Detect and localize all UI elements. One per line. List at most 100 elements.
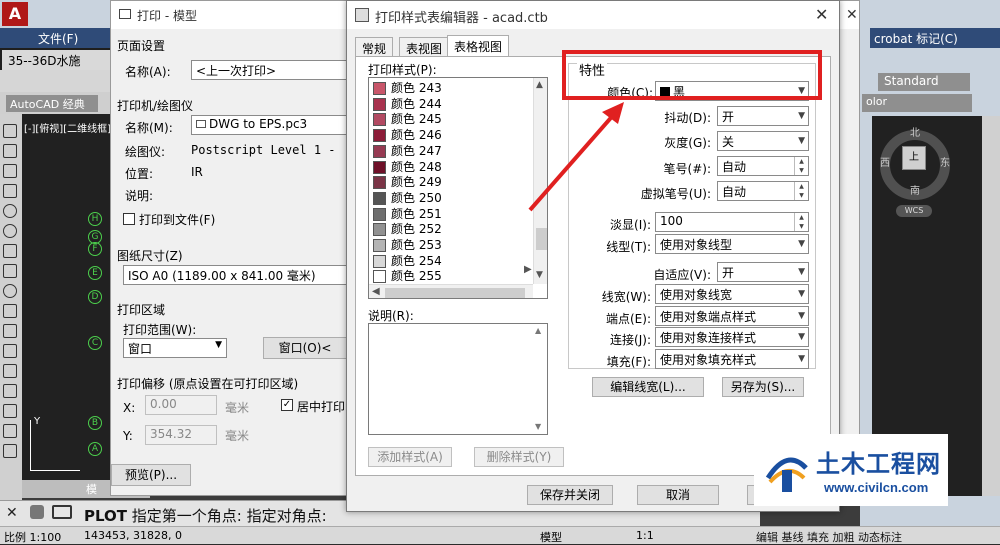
polyline-tool-icon[interactable] [3, 144, 17, 158]
center-plot-checkbox[interactable]: ✓ [281, 399, 293, 411]
status-model[interactable]: 模型 [540, 529, 562, 545]
offset-y-input[interactable]: 354.32 [145, 425, 217, 445]
add-style-button[interactable]: 添加样式(A) [368, 447, 452, 467]
plot-style-item[interactable]: 颜色 247 [371, 143, 531, 160]
spin-arrows-icon[interactable]: ▲ ▼ [794, 157, 808, 175]
styles-horizontal-scrollbar[interactable]: ◀ [369, 284, 533, 298]
virtual-pen-spinner[interactable]: 自动 ▲ ▼ [717, 181, 809, 201]
color-combo[interactable]: olor [862, 94, 972, 112]
plot-style-item[interactable]: 颜色 243 [371, 80, 531, 97]
spline-tool-icon[interactable] [3, 264, 17, 278]
cloud-tool-icon[interactable] [3, 244, 17, 258]
plot-style-item[interactable]: 颜色 248 [371, 159, 531, 176]
arc-tool-icon[interactable] [3, 204, 17, 218]
spin-arrows-icon[interactable]: ▲ ▼ [794, 182, 808, 200]
autocad-logo-icon[interactable]: A [2, 2, 28, 26]
preview-button[interactable]: 预览(P)... [111, 464, 191, 486]
point-tool-icon[interactable] [3, 344, 17, 358]
status-annotation-scale[interactable]: 1:1 [636, 529, 654, 542]
circle-tool-icon[interactable] [3, 224, 17, 238]
save-and-close-button[interactable]: 保存并关闭 [527, 485, 613, 505]
menu-acrobat-markup[interactable]: crobat 标记(C) [870, 28, 1000, 48]
plot-style-item[interactable]: 颜色 252 [371, 221, 531, 238]
description-textarea[interactable]: ▲ ▼ [368, 323, 548, 435]
pen-number-spinner[interactable]: 自动 ▲ ▼ [717, 156, 809, 176]
screening-spinner[interactable]: 100 ▲ ▼ [655, 212, 809, 232]
offset-x-input[interactable]: 0.00 [145, 395, 217, 415]
viewcube-west[interactable]: 西 [880, 154, 890, 169]
plot-style-item[interactable]: 颜色 251 [371, 206, 531, 223]
gradient-tool-icon[interactable] [3, 384, 17, 398]
tab-form-view[interactable]: 表格视图 [447, 35, 510, 57]
ellipse-tool-icon[interactable] [3, 284, 17, 298]
status-toggles[interactable]: 编辑 基线 填充 加粗 动态标注 [756, 529, 902, 545]
polygon-tool-icon[interactable] [3, 164, 17, 178]
scroll-right-icon[interactable]: ▶ [524, 264, 532, 275]
scroll-left-icon[interactable]: ◀ [372, 286, 380, 297]
plot-style-item[interactable]: 颜色 253 [371, 237, 531, 254]
chevron-down-icon: ▼ [798, 289, 805, 299]
grayscale-combo[interactable]: 关 ▼ [717, 131, 809, 151]
join-style-combo[interactable]: 使用对象连接样式 ▼ [655, 327, 809, 347]
plot-style-item[interactable]: 颜色 250 [371, 190, 531, 207]
window-pick-button[interactable]: 窗口(O)< [263, 337, 347, 359]
scroll-down-icon[interactable]: ▼ [535, 422, 541, 431]
close-icon[interactable]: ✕ [6, 505, 18, 521]
scroll-thumb[interactable] [536, 228, 547, 250]
plot-style-item[interactable]: 颜色 255 [371, 268, 531, 285]
close-icon[interactable]: ✕ [846, 7, 858, 23]
plot-style-item[interactable]: 颜色 246 [371, 127, 531, 144]
menu-file[interactable]: 文件(F) [38, 30, 78, 47]
region-tool-icon[interactable] [3, 404, 17, 418]
plot-style-item[interactable]: 颜色 254 [371, 253, 531, 270]
cancel-button[interactable]: 取消 [637, 485, 719, 505]
wcs-menu[interactable]: WCS [896, 205, 932, 217]
viewcube-east[interactable]: 东 [940, 154, 950, 169]
wrench-icon[interactable] [30, 505, 44, 519]
text-style-combo[interactable]: Standard [878, 73, 970, 91]
drawing-viewport[interactable]: [-][俯视][二维线框] H G F E D C B A [22, 114, 112, 494]
rectangle-tool-icon[interactable] [3, 184, 17, 198]
scroll-up-icon[interactable]: ▲ [535, 326, 541, 335]
spin-arrows-icon[interactable]: ▲ ▼ [794, 213, 808, 231]
document-tab[interactable]: 35--36D水施 [2, 50, 110, 70]
viewcube-north[interactable]: 北 [910, 124, 920, 139]
fill-style-combo[interactable]: 使用对象填充样式 ▼ [655, 349, 809, 369]
status-scale[interactable]: 比例 1:100 [4, 529, 61, 545]
viewcube-south[interactable]: 南 [910, 182, 920, 197]
print-to-file-checkbox[interactable] [123, 213, 135, 225]
plot-style-item[interactable]: 颜色 244 [371, 96, 531, 113]
make-block-icon[interactable] [3, 324, 17, 338]
scroll-thumb[interactable] [385, 288, 525, 298]
scroll-down-icon[interactable]: ▼ [536, 270, 543, 280]
hatch-tool-icon[interactable] [3, 364, 17, 378]
tab-table-view[interactable]: 表视图 [399, 37, 450, 57]
tab-general[interactable]: 常规 [355, 37, 394, 57]
dither-combo[interactable]: 开 ▼ [717, 106, 809, 126]
viewport-label[interactable]: [-][俯视][二维线框] [24, 120, 111, 135]
close-icon[interactable]: ✕ [815, 5, 828, 24]
lineweight-combo[interactable]: 使用对象线宽 ▼ [655, 284, 809, 304]
linetype-combo[interactable]: 使用对象线型 ▼ [655, 234, 809, 254]
ucs-x-axis [30, 470, 80, 471]
print-to-file-label[interactable]: 打印到文件(F) [139, 211, 215, 228]
end-style-combo[interactable]: 使用对象端点样式 ▼ [655, 306, 809, 326]
scroll-up-icon[interactable]: ▲ [536, 80, 543, 90]
page-setup-name-combo[interactable]: <上一次打印> [191, 60, 347, 80]
plot-style-item[interactable]: 颜色 249 [371, 174, 531, 191]
center-plot-label[interactable]: 居中打印( [297, 398, 350, 415]
printer-name-combo[interactable]: DWG to EPS.pc3 [191, 115, 347, 135]
save-as-button[interactable]: 另存为(S)... [722, 377, 804, 397]
viewcube-top-face[interactable]: 上 [902, 146, 926, 170]
workspace-combo[interactable]: AutoCAD 经典 [6, 95, 98, 112]
plot-range-combo[interactable]: 窗口 ▼ [123, 338, 227, 358]
adaptive-combo[interactable]: 开 ▼ [717, 262, 809, 282]
insert-block-icon[interactable] [3, 304, 17, 318]
line-tool-icon[interactable] [3, 124, 17, 138]
delete-style-button[interactable]: 删除样式(Y) [474, 447, 564, 467]
mtext-tool-icon[interactable] [3, 444, 17, 458]
paper-size-combo[interactable]: ISO A0 (1189.00 x 841.00 毫米) [123, 265, 347, 285]
plot-style-item[interactable]: 颜色 245 [371, 111, 531, 128]
table-tool-icon[interactable] [3, 424, 17, 438]
edit-lineweights-button[interactable]: 编辑线宽(L)... [592, 377, 704, 397]
